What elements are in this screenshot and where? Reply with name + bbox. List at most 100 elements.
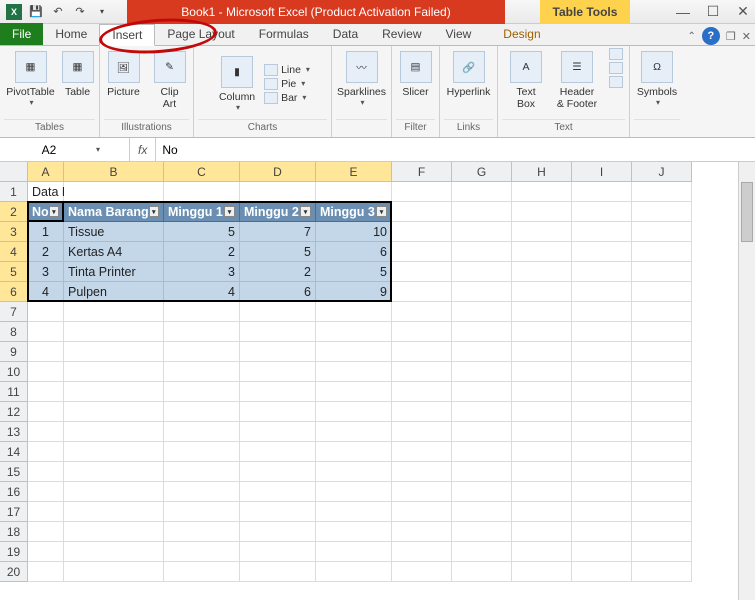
cell-I13[interactable] xyxy=(572,422,632,442)
cell-B18[interactable] xyxy=(64,522,164,542)
cell-H15[interactable] xyxy=(512,462,572,482)
scrollbar-thumb[interactable] xyxy=(741,182,753,242)
cell-A3[interactable]: 1 xyxy=(28,222,64,242)
pie-chart-button[interactable]: Pie▾ xyxy=(264,78,310,90)
cell-J6[interactable] xyxy=(632,282,692,302)
tab-file[interactable]: File xyxy=(0,23,43,45)
cell-C10[interactable] xyxy=(164,362,240,382)
cell-E4[interactable]: 6 xyxy=(316,242,392,262)
row-header-7[interactable]: 7 xyxy=(0,302,28,322)
cell-B17[interactable] xyxy=(64,502,164,522)
cell-H6[interactable] xyxy=(512,282,572,302)
tab-view[interactable]: View xyxy=(434,23,484,45)
line-chart-button[interactable]: Line▾ xyxy=(264,64,310,76)
clipart-button[interactable]: ✎Clip Art xyxy=(148,48,192,113)
cell-D2[interactable]: Minggu 2▾ xyxy=(240,202,316,222)
wordart-button[interactable] xyxy=(609,48,623,60)
row-header-10[interactable]: 10 xyxy=(0,362,28,382)
cell-H14[interactable] xyxy=(512,442,572,462)
column-header-C[interactable]: C xyxy=(164,162,240,182)
cell-F13[interactable] xyxy=(392,422,452,442)
cell-D9[interactable] xyxy=(240,342,316,362)
cell-I11[interactable] xyxy=(572,382,632,402)
cell-C14[interactable] xyxy=(164,442,240,462)
column-header-B[interactable]: B xyxy=(64,162,164,182)
cell-I17[interactable] xyxy=(572,502,632,522)
row-header-19[interactable]: 19 xyxy=(0,542,28,562)
cell-F16[interactable] xyxy=(392,482,452,502)
cell-G19[interactable] xyxy=(452,542,512,562)
tab-review[interactable]: Review xyxy=(370,23,433,45)
cell-A13[interactable] xyxy=(28,422,64,442)
cell-E18[interactable] xyxy=(316,522,392,542)
cell-G13[interactable] xyxy=(452,422,512,442)
cell-G6[interactable] xyxy=(452,282,512,302)
cell-J9[interactable] xyxy=(632,342,692,362)
row-header-15[interactable]: 15 xyxy=(0,462,28,482)
cell-F8[interactable] xyxy=(392,322,452,342)
cell-D11[interactable] xyxy=(240,382,316,402)
cell-A20[interactable] xyxy=(28,562,64,582)
cell-D8[interactable] xyxy=(240,322,316,342)
cell-D7[interactable] xyxy=(240,302,316,322)
cell-C20[interactable] xyxy=(164,562,240,582)
cell-F15[interactable] xyxy=(392,462,452,482)
maximize-button[interactable]: ☐ xyxy=(705,4,721,20)
cell-B7[interactable] xyxy=(64,302,164,322)
row-header-20[interactable]: 20 xyxy=(0,562,28,582)
cell-A16[interactable] xyxy=(28,482,64,502)
cell-J3[interactable] xyxy=(632,222,692,242)
row-header-11[interactable]: 11 xyxy=(0,382,28,402)
cell-G17[interactable] xyxy=(452,502,512,522)
cell-F9[interactable] xyxy=(392,342,452,362)
table-tools-tab[interactable]: Table Tools xyxy=(540,0,630,24)
cell-F7[interactable] xyxy=(392,302,452,322)
cell-I8[interactable] xyxy=(572,322,632,342)
cell-I4[interactable] xyxy=(572,242,632,262)
cell-D10[interactable] xyxy=(240,362,316,382)
cell-C11[interactable] xyxy=(164,382,240,402)
cell-F20[interactable] xyxy=(392,562,452,582)
picture-button[interactable]: 🖼Picture xyxy=(102,48,146,101)
cell-C1[interactable] xyxy=(164,182,240,202)
cell-E19[interactable] xyxy=(316,542,392,562)
tab-design[interactable]: Design xyxy=(491,23,552,45)
cell-A18[interactable] xyxy=(28,522,64,542)
cell-C4[interactable]: 2 xyxy=(164,242,240,262)
row-header-2[interactable]: 2 xyxy=(0,202,28,222)
row-header-5[interactable]: 5 xyxy=(0,262,28,282)
cell-C16[interactable] xyxy=(164,482,240,502)
row-header-3[interactable]: 3 xyxy=(0,222,28,242)
signature-button[interactable] xyxy=(609,62,623,74)
cell-A14[interactable] xyxy=(28,442,64,462)
cell-A1[interactable]: Data Pembelian xyxy=(28,182,64,202)
cell-E6[interactable]: 9 xyxy=(316,282,392,302)
cell-C7[interactable] xyxy=(164,302,240,322)
cell-E11[interactable] xyxy=(316,382,392,402)
cell-H13[interactable] xyxy=(512,422,572,442)
cell-C13[interactable] xyxy=(164,422,240,442)
cell-E8[interactable] xyxy=(316,322,392,342)
cell-J14[interactable] xyxy=(632,442,692,462)
cell-A12[interactable] xyxy=(28,402,64,422)
cell-H17[interactable] xyxy=(512,502,572,522)
cell-D3[interactable]: 7 xyxy=(240,222,316,242)
cell-G7[interactable] xyxy=(452,302,512,322)
cell-J8[interactable] xyxy=(632,322,692,342)
cell-I6[interactable] xyxy=(572,282,632,302)
cell-I20[interactable] xyxy=(572,562,632,582)
cell-J17[interactable] xyxy=(632,502,692,522)
row-header-13[interactable]: 13 xyxy=(0,422,28,442)
hyperlink-button[interactable]: 🔗Hyperlink xyxy=(442,48,496,101)
cell-H11[interactable] xyxy=(512,382,572,402)
cell-C9[interactable] xyxy=(164,342,240,362)
cell-A5[interactable]: 3 xyxy=(28,262,64,282)
cell-J7[interactable] xyxy=(632,302,692,322)
cell-C17[interactable] xyxy=(164,502,240,522)
cell-D6[interactable]: 6 xyxy=(240,282,316,302)
cell-C5[interactable]: 3 xyxy=(164,262,240,282)
cell-G8[interactable] xyxy=(452,322,512,342)
header-footer-button[interactable]: ☰Header & Footer xyxy=(550,48,604,113)
cell-G2[interactable] xyxy=(452,202,512,222)
cell-F4[interactable] xyxy=(392,242,452,262)
